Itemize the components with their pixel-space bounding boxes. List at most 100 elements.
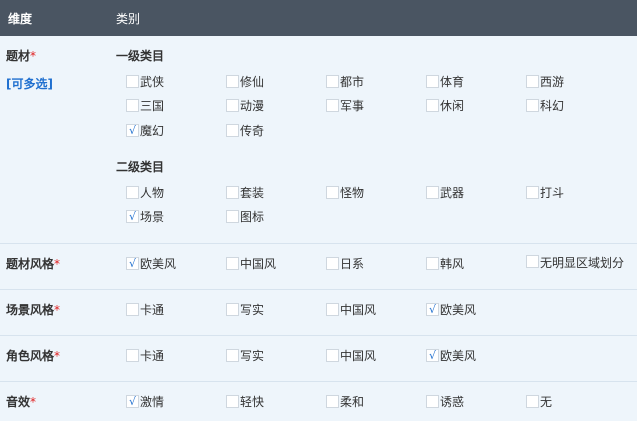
- checkbox-label: 无: [540, 394, 553, 409]
- checkbox[interactable]: [326, 74, 339, 88]
- checkbox[interactable]: [426, 74, 439, 88]
- checkbox-option[interactable]: 韩风: [426, 255, 464, 271]
- checkbox-option[interactable]: 卡通: [126, 347, 164, 363]
- checkbox[interactable]: [226, 123, 239, 137]
- checkbox-checked[interactable]: √: [426, 348, 439, 362]
- checkbox[interactable]: [226, 394, 239, 408]
- checkbox[interactable]: [426, 98, 439, 112]
- multi-select-note: [可多选]: [6, 77, 53, 91]
- checkbox-label: 中国风: [340, 348, 377, 363]
- secondary-category-title: 二级类目: [116, 160, 165, 174]
- checkbox-option[interactable]: 西游: [526, 73, 564, 89]
- checkbox-label: 轻快: [240, 394, 265, 409]
- checkbox[interactable]: [426, 394, 439, 408]
- checkbox-option[interactable]: 科幻: [526, 97, 564, 113]
- table-header: 维度 类别: [0, 0, 637, 36]
- checkbox[interactable]: [226, 302, 239, 316]
- checkbox-label: 休闲: [440, 98, 465, 113]
- checkbox[interactable]: [326, 302, 339, 316]
- checkbox[interactable]: [326, 348, 339, 362]
- checkbox[interactable]: [126, 74, 139, 88]
- checkbox[interactable]: [226, 74, 239, 88]
- checkbox-option[interactable]: 三国: [126, 97, 164, 113]
- checkbox[interactable]: [326, 185, 339, 199]
- row-character-style: 角色风格* 卡通 写实 中国风 √ 欧美风: [0, 335, 637, 382]
- checkbox-checked[interactable]: √: [126, 123, 139, 137]
- checkbox-option[interactable]: 武器: [426, 184, 464, 200]
- checkbox[interactable]: [526, 98, 539, 112]
- checkbox-option[interactable]: √ 欧美风: [426, 301, 476, 317]
- checkbox-option[interactable]: √ 场景: [126, 208, 164, 224]
- checkbox-option[interactable]: 动漫: [226, 97, 264, 113]
- row-sound: 音效* √ 激情 轻快 柔和 诱惑 无: [0, 381, 637, 421]
- checkbox-option[interactable]: √ 激情: [126, 393, 164, 409]
- checkbox-option[interactable]: 中国风: [226, 255, 276, 271]
- checkbox-option[interactable]: 传奇: [226, 122, 264, 138]
- checkbox[interactable]: [226, 348, 239, 362]
- checkbox-label: 怪物: [340, 185, 365, 200]
- checkbox[interactable]: [226, 209, 239, 223]
- checkbox-option[interactable]: 中国风: [326, 301, 376, 317]
- row-label-theme-style: 题材风格*: [6, 255, 60, 272]
- checkbox-option[interactable]: 写实: [226, 301, 264, 317]
- checkbox[interactable]: [326, 256, 339, 270]
- checkbox-checked[interactable]: √: [126, 394, 139, 408]
- checkbox-option[interactable]: 诱惑: [426, 393, 464, 409]
- checkbox-option[interactable]: 休闲: [426, 97, 464, 113]
- checkbox[interactable]: [526, 394, 539, 408]
- checkbox[interactable]: [126, 302, 139, 316]
- checkbox-option[interactable]: 柔和: [326, 393, 364, 409]
- required-mark: *: [54, 349, 61, 363]
- row-label-text: 角色风格: [6, 349, 55, 363]
- checkbox-option[interactable]: 日系: [326, 255, 364, 271]
- checkbox-option[interactable]: 套装: [226, 184, 264, 200]
- checkbox-option[interactable]: 轻快: [226, 393, 264, 409]
- checkbox-option[interactable]: √ 欧美风: [126, 255, 176, 271]
- checkbox-label: 日系: [340, 256, 365, 271]
- checkbox-option[interactable]: 图标: [226, 208, 264, 224]
- checkbox-option[interactable]: 卡通: [126, 301, 164, 317]
- checkbox-option[interactable]: 怪物: [326, 184, 364, 200]
- row-label-character-style: 角色风格*: [6, 347, 60, 364]
- checkbox[interactable]: [526, 185, 539, 199]
- checkbox-option[interactable]: 中国风: [326, 347, 376, 363]
- checkbox[interactable]: [526, 255, 539, 268]
- checkbox-label: 魔幻: [140, 123, 165, 138]
- checkbox-option[interactable]: 武侠: [126, 73, 164, 89]
- checkbox-option[interactable]: 体育: [426, 73, 464, 89]
- checkbox-option[interactable]: √ 欧美风: [426, 347, 476, 363]
- checkbox[interactable]: [226, 185, 239, 199]
- checkbox-label: 卡通: [140, 348, 165, 363]
- checkbox[interactable]: [226, 98, 239, 112]
- checkbox[interactable]: [326, 394, 339, 408]
- checkbox[interactable]: [126, 348, 139, 362]
- required-mark: *: [30, 49, 37, 63]
- checkbox-label: 柔和: [340, 394, 365, 409]
- checkbox-option[interactable]: 打斗: [526, 184, 564, 200]
- checkbox[interactable]: [126, 98, 139, 112]
- checkbox-checked[interactable]: √: [126, 256, 139, 270]
- checkbox-label: 韩风: [440, 256, 465, 271]
- checkbox-option[interactable]: 都市: [326, 73, 364, 89]
- checkbox-option[interactable]: 无: [526, 393, 552, 409]
- checkbox[interactable]: [426, 256, 439, 270]
- checkbox[interactable]: [126, 185, 139, 199]
- row-label-sound: 音效*: [6, 393, 36, 410]
- checkbox-label: 无明显区域划分: [540, 256, 625, 270]
- checkbox[interactable]: [426, 185, 439, 199]
- checkbox-option[interactable]: 无明显区域划分: [526, 255, 636, 271]
- checkbox-option[interactable]: 军事: [326, 97, 364, 113]
- checkbox-checked[interactable]: √: [126, 209, 139, 223]
- checkbox[interactable]: [526, 74, 539, 88]
- checkbox-label: 武器: [440, 185, 465, 200]
- checkbox[interactable]: [226, 256, 239, 270]
- checkbox-label: 中国风: [240, 256, 277, 271]
- checkbox-label: 体育: [440, 74, 465, 89]
- checkbox-option[interactable]: 修仙: [226, 73, 264, 89]
- row-label-text: 题材风格: [6, 257, 55, 271]
- checkbox-option[interactable]: 人物: [126, 184, 164, 200]
- checkbox-option[interactable]: 写实: [226, 347, 264, 363]
- checkbox-option[interactable]: √ 魔幻: [126, 122, 164, 138]
- checkbox-checked[interactable]: √: [426, 302, 439, 316]
- checkbox[interactable]: [326, 98, 339, 112]
